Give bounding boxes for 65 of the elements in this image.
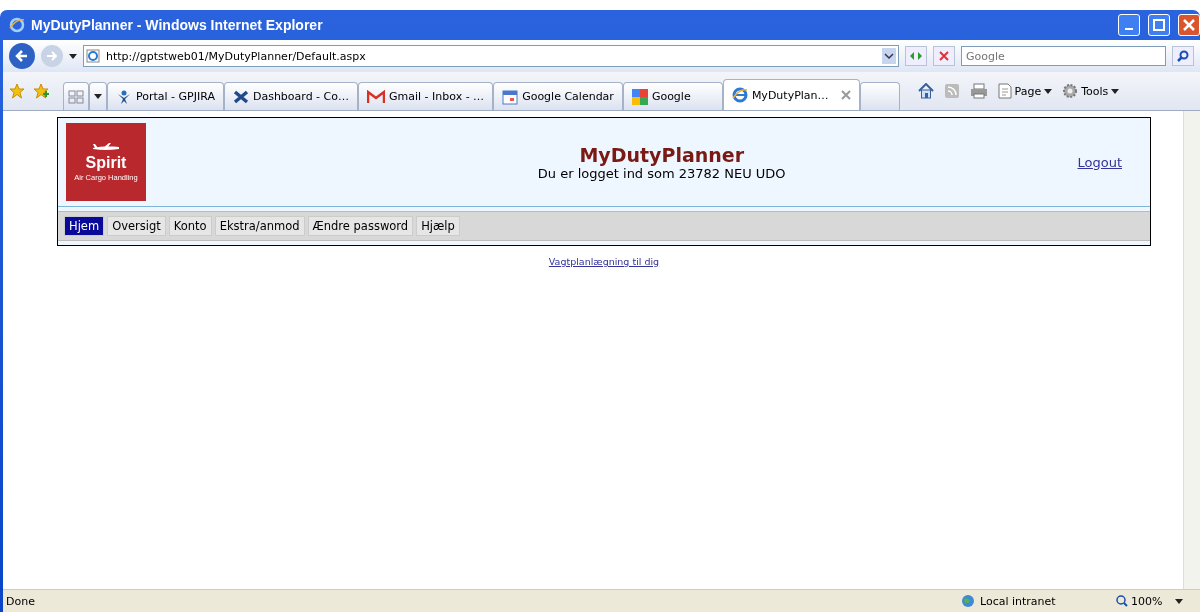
minimize-button[interactable] [1118,14,1140,36]
back-button[interactable] [9,43,35,69]
command-button[interactable]: Page [997,83,1053,99]
printer-icon[interactable] [969,83,988,99]
maximize-button[interactable] [1148,14,1170,36]
browser-tab[interactable]: Dashboard - Co… [223,82,358,110]
grid-icon [68,89,84,104]
back-arrow-icon [15,49,29,63]
caret-icon [1175,598,1184,604]
maximize-icon [1153,19,1165,31]
star-icon[interactable] [9,83,25,99]
search-icon [1177,50,1189,62]
close-icon[interactable] [840,90,851,100]
caret-icon [1111,88,1120,94]
page-icon [86,49,100,63]
browser-tab[interactable]: MyDutyPlan… [722,79,860,110]
browser-logo-icon [9,17,25,33]
browser-tab[interactable]: Google [622,82,723,110]
caret-icon [94,94,102,99]
menu-item[interactable]: Hjælp [416,216,460,236]
search-button[interactable] [1172,46,1194,66]
browser-tab[interactable]: Google Calendar [493,82,623,110]
calendar-icon [502,88,519,105]
zone-text: Local intranet [980,594,1056,608]
home-icon[interactable] [917,83,934,99]
stop-button[interactable] [933,46,955,66]
tab-list-button[interactable] [89,82,107,110]
dropdown-arrow-icon[interactable] [69,53,77,59]
mail-icon [367,89,385,104]
logout-link[interactable]: Logout [1077,154,1122,170]
close-button[interactable] [1178,14,1200,36]
settings-icon [1062,83,1079,99]
logo-text: Spirit [85,153,127,172]
menu-item[interactable]: Hjem [64,216,105,236]
stop-icon [939,51,949,61]
page-icon [997,83,1012,99]
menu-item[interactable]: Ændre password [307,216,414,236]
window-title: MyDutyPlanner - Windows Internet Explorer [31,17,324,33]
browser-tab[interactable]: Gmail - Inbox - … [358,82,494,110]
menu-item[interactable]: Konto [168,216,212,236]
status-text: Done [5,594,36,608]
app-title: MyDutyPlanner [579,143,745,166]
search-field[interactable]: Google [961,46,1166,66]
browser-logo-icon [731,87,748,103]
new-tab-button[interactable] [859,82,900,110]
schedule-link[interactable]: Vagtplanlægning til dig [57,256,1151,267]
close-icon [1183,19,1195,31]
caret-icon [1044,88,1053,94]
browser-tab[interactable]: Portal - GPJIRA [107,82,224,110]
user-info: Du er logget ind som 23782 NEU UDO [537,165,786,181]
zoom-button[interactable]: 100% [1110,593,1200,609]
refresh-button[interactable] [905,46,927,66]
command-button[interactable]: Tools [1062,83,1120,99]
magnifier-icon [1116,595,1128,607]
menu-item[interactable]: Ekstra/anmod [214,216,305,236]
menu-item[interactable]: Oversigt [107,216,166,236]
refresh-icon [909,50,923,62]
globe-icon [960,594,976,608]
add-favorite-icon[interactable] [33,83,49,99]
x-logo-icon [232,88,249,105]
scrollbar[interactable] [1183,111,1200,589]
minimize-icon [1125,28,1133,30]
address-bar[interactable]: http://gptstweb01/MyDutyPlanner/Default.aspx [83,45,899,67]
airplane-icon [91,142,121,153]
forward-arrow-icon [46,50,58,62]
